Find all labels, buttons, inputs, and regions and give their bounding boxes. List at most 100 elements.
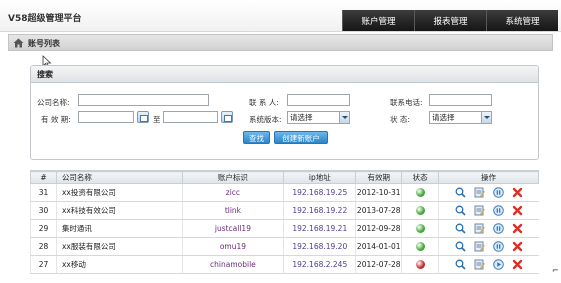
nav-report-management[interactable]: 报表管理 xyxy=(414,10,486,31)
delete-icon[interactable] xyxy=(512,205,523,216)
column-header: 账户标识 xyxy=(181,171,285,184)
delete-icon[interactable] xyxy=(512,223,523,234)
company-name: xx投资有限公司 xyxy=(55,183,183,202)
status-select[interactable]: 请选择 xyxy=(429,111,492,124)
pause-icon[interactable] xyxy=(492,223,504,234)
edit-icon[interactable] xyxy=(474,187,485,198)
version-select[interactable]: 请选择 xyxy=(287,111,350,124)
expiry-date: 2014-01-01 xyxy=(355,237,402,256)
company-name: 集时通讯 xyxy=(55,219,183,238)
home-icon xyxy=(13,38,24,48)
row-id: 30 xyxy=(30,201,57,220)
range-to-label: 至 xyxy=(153,115,161,124)
account-table: # 公司名称 账户标识 ip地址 有效期 状态 操作 31 xx投资有限公司 zic… xyxy=(30,170,539,280)
ip-address: 192.168.19.20 xyxy=(283,237,356,256)
company-name: xx服装有限公司 xyxy=(55,237,183,256)
search-panel: 搜索 公司名称: 联 系 人: 联系电话: 有 效 期: 至 系统版本: 请选择… xyxy=(30,65,539,160)
chevron-down-icon xyxy=(481,112,491,123)
calendar-icon[interactable] xyxy=(137,111,149,123)
create-account-button[interactable]: 创建新账户 xyxy=(274,131,328,144)
ip-address: 192.168.19.22 xyxy=(283,201,356,220)
expiry-date: 2013-07-28 xyxy=(355,201,402,220)
search-icon[interactable] xyxy=(455,187,466,198)
chevron-down-icon xyxy=(339,112,349,123)
ip-address: 192.168.19.21 xyxy=(283,219,356,238)
row-id: 31 xyxy=(30,183,57,202)
expiry-date: 2012-10-31 xyxy=(355,183,402,202)
page-title: 账号列表 xyxy=(28,39,60,48)
account-ident: omu19 xyxy=(181,237,284,256)
column-header: ip地址 xyxy=(283,171,357,184)
valid-from-input[interactable] xyxy=(78,111,134,123)
table-row: 31 xx投资有限公司 zicc 192.168.19.25 2012-10-31 xyxy=(30,183,539,202)
edit-icon[interactable] xyxy=(474,205,485,216)
account-ident: tlink xyxy=(181,201,284,220)
actions-cell xyxy=(438,183,539,202)
pause-icon[interactable] xyxy=(492,205,504,216)
resize-mark: ⌐ xyxy=(552,266,559,275)
column-header: 操作 xyxy=(438,171,539,184)
version-select-value: 请选择 xyxy=(290,113,313,122)
status-cell xyxy=(401,237,439,256)
status-cell xyxy=(401,255,439,274)
delete-icon[interactable] xyxy=(512,241,523,252)
expiry-date: 2012-09-28 xyxy=(355,219,402,238)
search-icon[interactable] xyxy=(455,205,466,216)
column-header: 状态 xyxy=(401,171,440,184)
main-nav: 账户管理 报表管理 系统管理 xyxy=(342,10,558,31)
table-header-row: # 公司名称 账户标识 ip地址 有效期 状态 操作 xyxy=(30,171,539,184)
row-id: 27 xyxy=(30,255,57,274)
edit-icon[interactable] xyxy=(474,241,485,252)
actions-cell xyxy=(438,201,539,220)
row-id: 29 xyxy=(30,219,57,238)
column-header: 有效期 xyxy=(355,171,403,184)
status-select-value: 请选择 xyxy=(432,113,455,122)
phone-label: 联系电话: xyxy=(390,98,423,107)
valid-to-input[interactable] xyxy=(163,111,218,123)
status-dot-icon xyxy=(415,224,425,234)
top-bar: V58超级管理平台 账户管理 报表管理 系统管理 xyxy=(0,0,561,32)
edit-icon[interactable] xyxy=(474,223,485,234)
nav-system-management[interactable]: 系统管理 xyxy=(486,10,558,31)
search-icon[interactable] xyxy=(455,259,466,270)
ip-address: 192.168.19.25 xyxy=(283,183,356,202)
version-label: 系统版本: xyxy=(249,115,282,124)
company-input[interactable] xyxy=(78,94,209,106)
ip-address: 192.168.2.245 xyxy=(283,255,356,274)
status-cell xyxy=(401,219,439,238)
contact-input[interactable] xyxy=(287,94,350,106)
status-dot-icon xyxy=(415,242,425,252)
app-title: V58超级管理平台 xyxy=(8,14,82,24)
actions-cell xyxy=(438,219,539,238)
table-row: 28 xx服装有限公司 omu19 192.168.19.20 2014-01-01 xyxy=(30,237,539,256)
expiry-date: 2012-07-28 xyxy=(355,255,402,274)
status-cell xyxy=(401,183,439,202)
pause-icon[interactable] xyxy=(492,187,504,198)
status-label: 状 态: xyxy=(390,115,410,124)
account-ident: justcall19 xyxy=(181,219,284,238)
phone-input[interactable] xyxy=(429,94,492,106)
contact-label: 联 系 人: xyxy=(249,98,279,107)
column-header: 公司名称 xyxy=(55,171,183,184)
table-row: 29 集时通讯 justcall19 192.168.19.21 2012-09-28 xyxy=(30,219,539,238)
delete-icon[interactable] xyxy=(512,187,523,198)
row-id: 28 xyxy=(30,237,57,256)
nav-account-management[interactable]: 账户管理 xyxy=(342,10,414,31)
delete-icon[interactable] xyxy=(512,259,523,270)
actions-cell xyxy=(438,255,539,274)
status-dot-icon xyxy=(415,188,425,198)
status-dot-icon xyxy=(415,260,425,270)
company-label: 公司名称: xyxy=(37,98,70,107)
calendar-icon[interactable] xyxy=(221,111,233,123)
edit-icon[interactable] xyxy=(474,259,485,270)
company-name: xx移动 xyxy=(55,255,183,274)
play-icon[interactable] xyxy=(492,259,504,270)
column-header: # xyxy=(30,171,57,184)
search-button[interactable]: 查找 xyxy=(243,131,270,144)
search-icon[interactable] xyxy=(455,241,466,252)
search-icon[interactable] xyxy=(455,223,466,234)
pause-icon[interactable] xyxy=(492,241,504,252)
account-ident: zicc xyxy=(181,183,284,202)
account-ident: chinamobile xyxy=(181,255,284,274)
table-row: 27 xx移动 chinamobile 192.168.2.245 2012-07-28 xyxy=(30,255,539,274)
